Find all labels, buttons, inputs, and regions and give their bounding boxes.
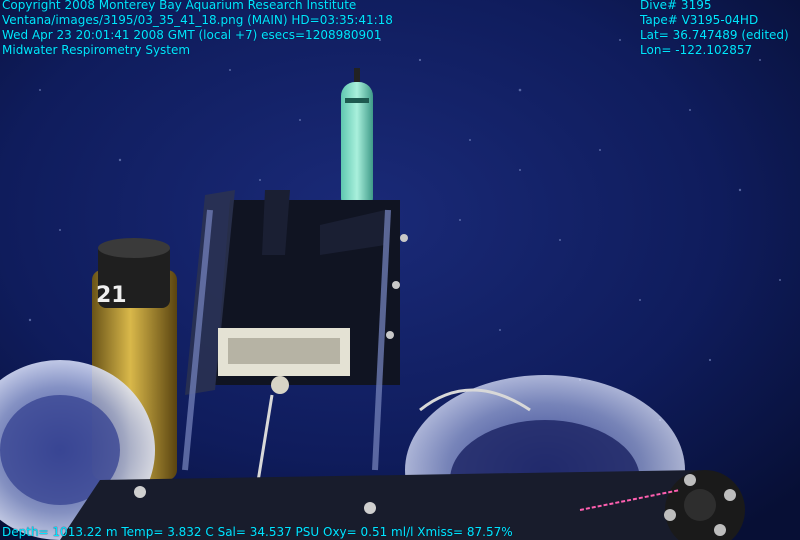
sensor-readout: Depth= 1013.22 m Temp= 3.832 C Sal= 34.5… [2, 525, 513, 539]
image-path-line: Ventana/images/3195/03_35_41_18.png (MAI… [2, 13, 393, 27]
system-name-line: Midwater Respirometry System [2, 43, 191, 57]
latitude: Lat= 36.747489 (edited) [640, 28, 789, 42]
video-frame: 21 Copyright 2008 Monterey Bay Aquarium … [0, 0, 800, 540]
dive-number: Dive# 3195 [640, 0, 712, 12]
tape-number: Tape# V3195-04HD [640, 13, 759, 27]
timestamp-line: Wed Apr 23 20:01:41 2008 GMT (local +7) … [2, 28, 382, 42]
overlay-top-left: Copyright 2008 Monterey Bay Aquarium Res… [2, 0, 393, 58]
oxygen-sensor [341, 68, 373, 212]
copyright-line: Copyright 2008 Monterey Bay Aquarium Res… [2, 0, 357, 12]
overlay-top-right: Dive# 3195 Tape# V3195-04HD Lat= 36.7474… [640, 0, 789, 58]
canister-label: 21 [96, 283, 127, 308]
longitude: Lon= -122.102857 [640, 43, 753, 57]
underwater-scene: 21 [0, 0, 800, 540]
